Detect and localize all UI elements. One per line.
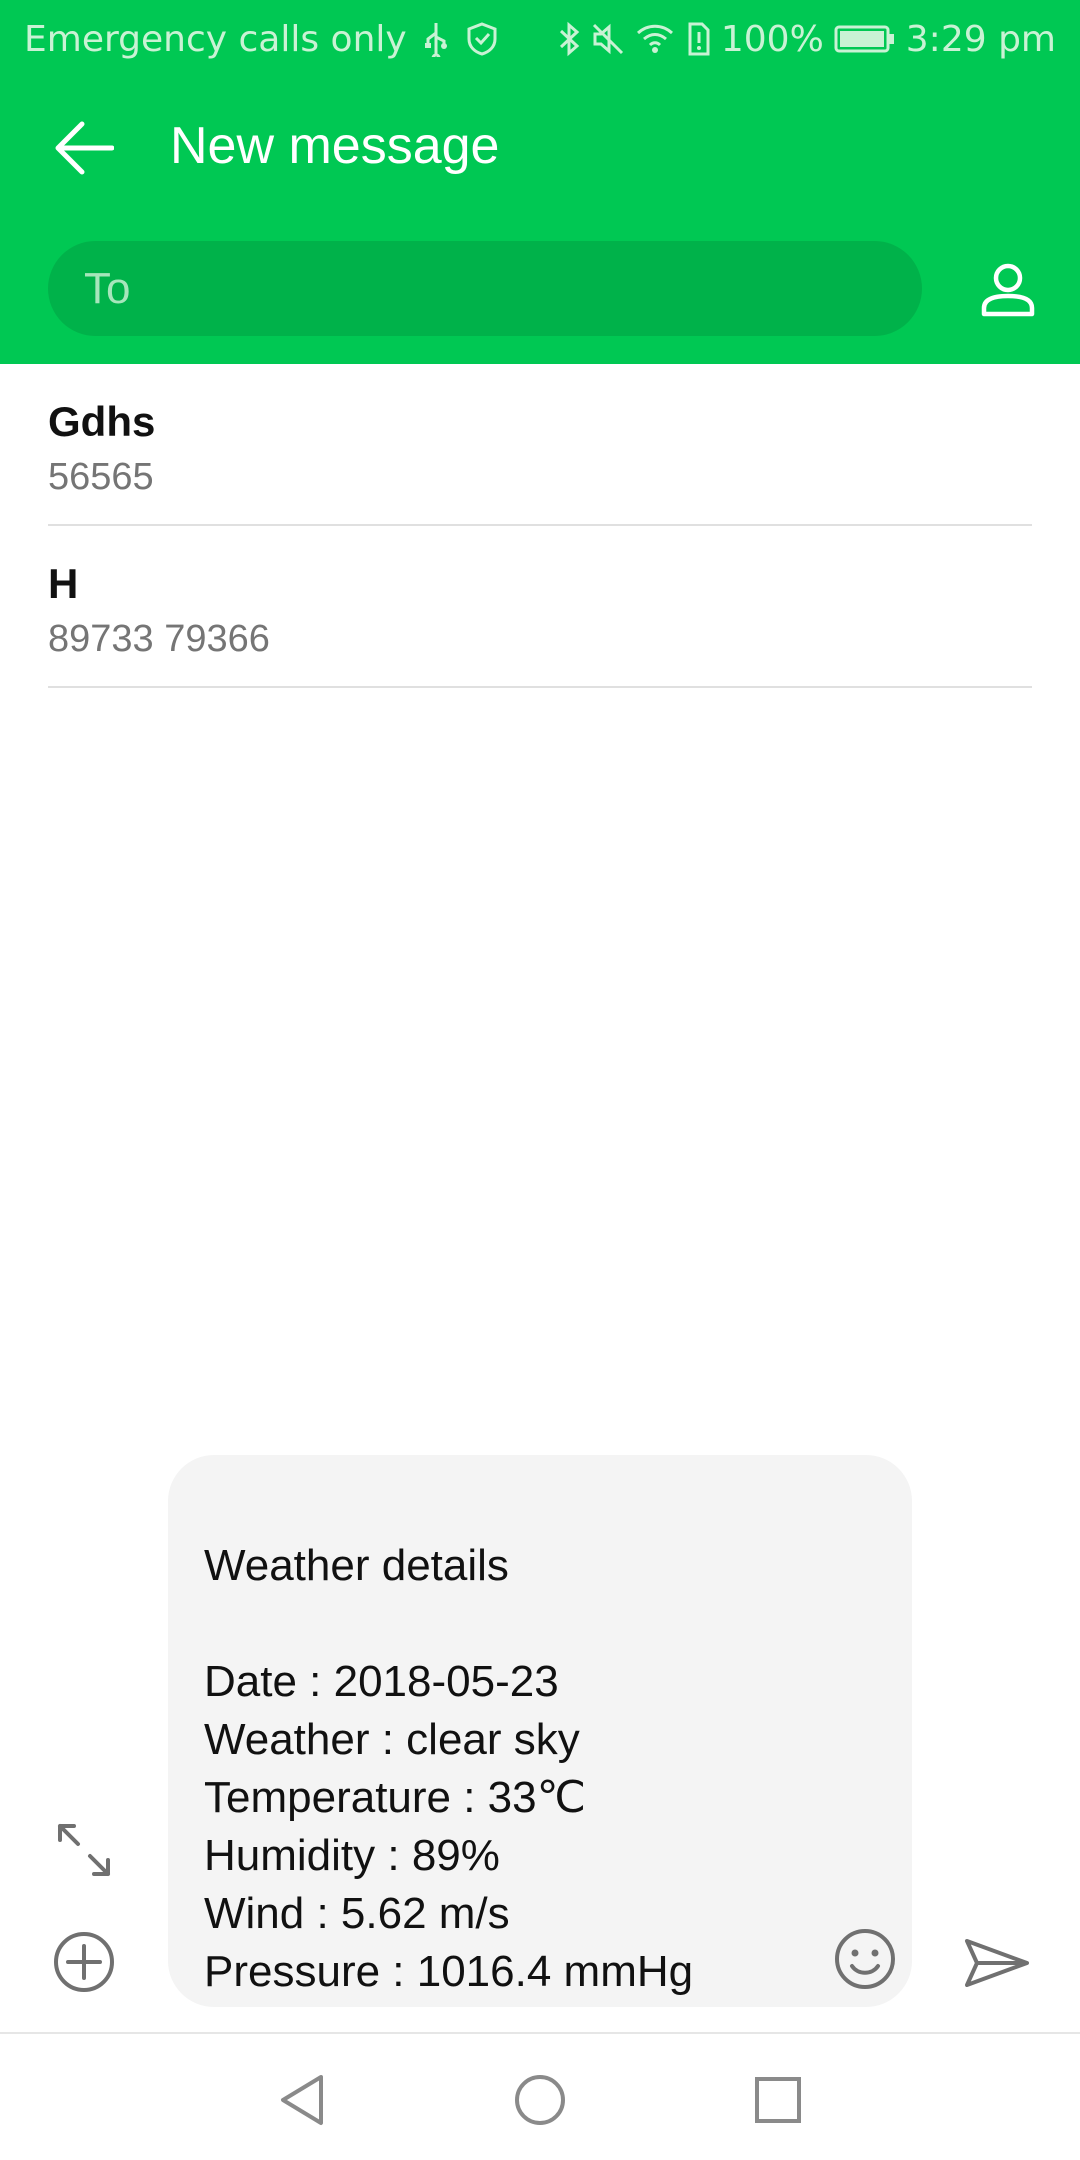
add-circle-icon [54,1932,114,1992]
emoji-icon [835,1929,895,1989]
status-right: 100% 3:29 pm [557,19,1056,60]
status-left: Emergency calls only [24,19,499,60]
contact-number: 56565 [48,456,154,498]
nav-home-icon [515,2075,565,2125]
bluetooth-icon [557,21,581,57]
arrow-left-icon [55,121,114,175]
message-text[interactable]: Weather details Date : 2018-05-23 Weathe… [204,1537,844,2001]
app-bar: New message [0,78,1080,364]
contact-name: H [48,560,79,607]
send-icon [965,1939,1029,1987]
send-button[interactable] [960,1930,1034,1996]
usb-icon [423,21,449,57]
shield-icon [465,21,499,57]
clock: 3:29 pm [905,18,1056,60]
navigation-bar [0,2032,1080,2160]
expand-button[interactable] [52,1818,116,1882]
message-compose-field[interactable]: Weather details Date : 2018-05-23 Weathe… [168,1455,912,2007]
contact-name: Gdhs [48,398,156,445]
nav-home-button[interactable] [508,2068,572,2132]
list-item[interactable]: H 89733 79366 [48,526,1032,688]
nav-back-icon [281,2075,323,2125]
emoji-button[interactable] [830,1924,900,1994]
recipient-input[interactable] [48,241,922,336]
contacts-button[interactable] [968,250,1048,330]
carrier-text: Emergency calls only [24,18,407,60]
wifi-icon [635,21,675,57]
status-bar: Emergency calls only 100% 3:29 pm [0,0,1080,78]
mute-icon [591,21,625,57]
nav-recent-icon [755,2077,801,2123]
attach-button[interactable] [50,1928,118,1996]
sim-icon [685,21,711,57]
contact-number: 89733 79366 [48,618,270,660]
person-icon [981,263,1035,317]
expand-icon [58,1824,110,1876]
nav-back-button[interactable] [270,2068,334,2132]
contact-suggestions-list: Gdhs 56565 H 89733 79366 [48,364,1032,688]
list-item[interactable]: Gdhs 56565 [48,364,1032,526]
battery-icon [834,21,896,57]
battery-percent: 100% [720,18,824,60]
back-button[interactable] [48,112,120,184]
nav-recent-button[interactable] [746,2068,810,2132]
page-title: New message [170,117,500,175]
